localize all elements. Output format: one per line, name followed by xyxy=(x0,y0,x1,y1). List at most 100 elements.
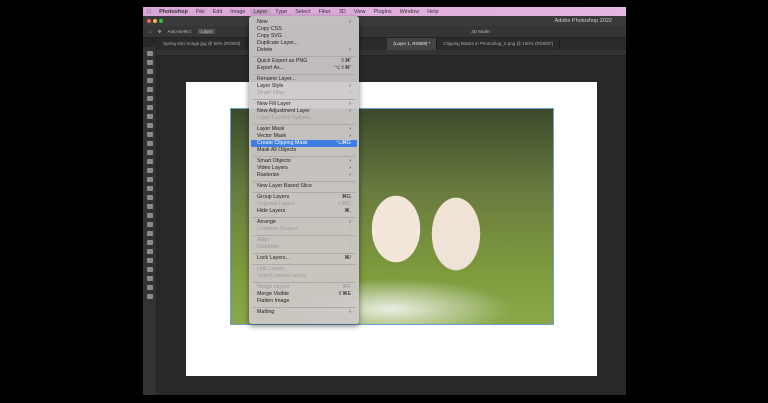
menu-item-label: Arrange xyxy=(257,219,276,225)
tool-icon[interactable] xyxy=(146,132,153,137)
tool-icon[interactable] xyxy=(146,258,153,263)
tool-icon[interactable] xyxy=(146,195,153,200)
layer-menu: New › Copy CSS Copy SVG Duplicate Layer... De… xyxy=(249,16,359,324)
menu-item-group-layers[interactable]: Group Layers ⌘G xyxy=(249,194,359,201)
menu-item-rename-layer[interactable]: Rename Layer... xyxy=(249,76,359,83)
document-canvas[interactable] xyxy=(186,82,597,376)
shortcut: ⌥⇧⌘' xyxy=(334,65,351,71)
menu-item-merge-visible[interactable]: Merge Visible ⇧⌘E xyxy=(249,291,359,298)
layer-select[interactable]: Layer xyxy=(198,29,216,34)
close-button[interactable] xyxy=(147,19,151,23)
tool-icon[interactable] xyxy=(146,285,153,290)
tool-icon[interactable] xyxy=(146,204,153,209)
menu-3d[interactable]: 3D xyxy=(335,9,350,15)
tool-icon[interactable] xyxy=(146,231,153,236)
maximize-button[interactable] xyxy=(159,19,163,23)
menu-edit[interactable]: Edit xyxy=(209,9,226,15)
apple-icon[interactable]:  xyxy=(143,9,155,15)
submenu-chevron-icon: › xyxy=(349,47,351,53)
submenu-chevron-icon: › xyxy=(349,19,351,25)
tool-icon[interactable] xyxy=(146,60,153,65)
auto-select-checkbox[interactable]: Auto-Select: xyxy=(168,29,193,34)
tool-icon[interactable] xyxy=(146,69,153,74)
app-menu[interactable]: Photoshop xyxy=(155,9,192,15)
menu-item-layer-mask[interactable]: Layer Mask › xyxy=(249,126,359,133)
shortcut: ⇧⌘' xyxy=(340,58,351,64)
menu-image[interactable]: Image xyxy=(226,9,249,15)
minimize-button[interactable] xyxy=(153,19,157,23)
menu-item-layer-style[interactable]: Layer Style › xyxy=(249,83,359,90)
submenu-chevron-icon: › xyxy=(349,158,351,164)
menu-item-quick-export-as-png[interactable]: Quick Export as PNG ⇧⌘' xyxy=(249,58,359,65)
tool-icon[interactable] xyxy=(146,123,153,128)
document-tab[interactable]: (Layer 1, RGB/8) * xyxy=(387,38,438,50)
menu-item-label: Layer Style xyxy=(257,83,284,89)
menu-window[interactable]: Window xyxy=(396,9,424,15)
tool-icon[interactable] xyxy=(146,78,153,83)
menu-item-lock-layers[interactable]: Lock Layers... ⌘/ xyxy=(249,255,359,262)
move-tool-icon[interactable]: ✥ xyxy=(158,29,162,35)
menu-item-delete[interactable]: Delete › xyxy=(249,47,359,54)
menu-item-label: New xyxy=(257,19,268,25)
home-icon[interactable]: ⌂ xyxy=(149,29,152,34)
tool-icon[interactable] xyxy=(146,267,153,272)
tool-icon[interactable] xyxy=(146,159,153,164)
menu-item-align: Align › xyxy=(249,237,359,244)
tool-icon[interactable] xyxy=(146,177,153,182)
photoshop-window:  Photoshop FileEditImageLayerTypeSelect… xyxy=(143,7,626,395)
menu-item-new-layer-based-slice[interactable]: New Layer Based Slice xyxy=(249,183,359,190)
tool-icon[interactable] xyxy=(146,213,153,218)
menu-item-new[interactable]: New › xyxy=(249,19,359,26)
document-tab[interactable]: Spring Mini Image.jpg @ 50% (RGB/8) xyxy=(157,38,248,50)
menu-file[interactable]: File xyxy=(192,9,209,15)
menu-item-new-adjustment-layer[interactable]: New Adjustment Layer › xyxy=(249,108,359,115)
menu-item-rasterize[interactable]: Rasterize › xyxy=(249,172,359,179)
menu-separator xyxy=(253,191,355,193)
menu-view[interactable]: View xyxy=(350,9,370,15)
menu-select[interactable]: Select xyxy=(291,9,314,15)
tool-icon[interactable] xyxy=(146,222,153,227)
menu-item-flatten-image[interactable]: Flatten Image xyxy=(249,298,359,305)
tool-icon[interactable] xyxy=(146,96,153,101)
menu-item-smart-objects[interactable]: Smart Objects › xyxy=(249,158,359,165)
menu-item-merge-layers: Merge Layers ⌘E xyxy=(249,284,359,291)
menu-item-matting[interactable]: Matting › xyxy=(249,309,359,316)
menu-plugins[interactable]: Plugins xyxy=(370,9,396,15)
tool-icon[interactable] xyxy=(146,114,153,119)
tool-icon[interactable] xyxy=(146,249,153,254)
menu-item-label: Combine Shapes xyxy=(257,226,298,232)
menu-item-new-fill-layer[interactable]: New Fill Layer › xyxy=(249,101,359,108)
menu-filter[interactable]: Filter xyxy=(315,9,335,15)
menu-item-label: Rasterize xyxy=(257,172,280,178)
menu-item-mask-all-objects[interactable]: Mask All Objects xyxy=(249,147,359,154)
document-tab[interactable]: Clipping Masks in Photoshop_2.png @ 100%… xyxy=(437,38,561,50)
tool-icon[interactable] xyxy=(146,168,153,173)
tool-icon[interactable] xyxy=(146,240,153,245)
menu-item-arrange[interactable]: Arrange › xyxy=(249,219,359,226)
tool-icon[interactable] xyxy=(146,105,153,110)
menu-help[interactable]: Help xyxy=(423,9,442,15)
options-bar: ⌂ ✥ Auto-Select: Layer 3D Mode: xyxy=(143,26,626,38)
menu-item-copy-css[interactable]: Copy CSS xyxy=(249,26,359,33)
submenu-chevron-icon: › xyxy=(349,108,351,114)
tool-icon[interactable] xyxy=(146,87,153,92)
menu-item-duplicate-layer[interactable]: Duplicate Layer... xyxy=(249,40,359,47)
tool-icon[interactable] xyxy=(146,51,153,56)
ruler xyxy=(157,50,626,56)
menu-layer[interactable]: Layer xyxy=(249,8,272,15)
menu-separator xyxy=(253,306,355,308)
menu-item-vector-mask[interactable]: Vector Mask › xyxy=(249,133,359,140)
tool-icon[interactable] xyxy=(146,141,153,146)
menu-item-hide-layers[interactable]: Hide Layers ⌘, xyxy=(249,208,359,215)
tool-icon[interactable] xyxy=(146,294,153,299)
menu-item-export-as[interactable]: Export As... ⌥⇧⌘' xyxy=(249,65,359,72)
tool-icon[interactable] xyxy=(146,276,153,281)
shortcut: ⇧⌘G xyxy=(337,201,351,207)
menu-item-create-clipping-mask[interactable]: Create Clipping Mask ⌥⌘G xyxy=(251,140,357,147)
shortcut: ⌘E xyxy=(342,284,351,290)
menu-type[interactable]: Type xyxy=(271,9,291,15)
tool-icon[interactable] xyxy=(146,186,153,191)
menu-item-copy-svg[interactable]: Copy SVG xyxy=(249,33,359,40)
tool-icon[interactable] xyxy=(146,150,153,155)
menu-item-video-layers[interactable]: Video Layers › xyxy=(249,165,359,172)
